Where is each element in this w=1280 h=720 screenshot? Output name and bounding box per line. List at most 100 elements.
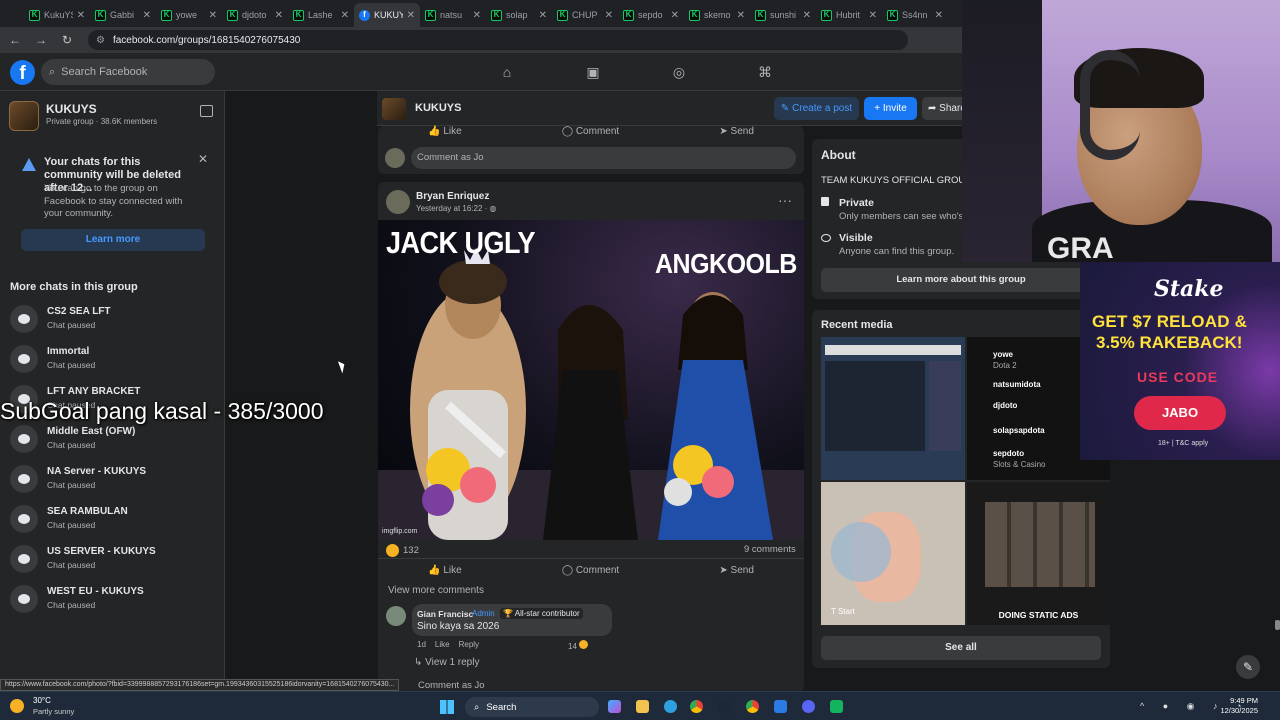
chat-item[interactable]: SEA RAMBULAN Chat paused <box>10 503 210 535</box>
close-tab-icon[interactable]: ✕ <box>869 10 877 21</box>
invite-button[interactable]: + Invite <box>864 97 917 120</box>
collapse-sidebar-icon[interactable] <box>200 105 213 117</box>
browser-tab[interactable]: K CHUP ✕ <box>552 3 618 27</box>
scrollbar-thumb[interactable] <box>1275 620 1280 630</box>
group-title[interactable]: KUKUYS <box>415 102 461 114</box>
close-tab-icon[interactable]: ✕ <box>605 10 613 21</box>
more-options-icon[interactable]: ··· <box>778 192 792 208</box>
see-all-button[interactable]: See all <box>821 636 1101 660</box>
browser-tab[interactable]: Kdjdoto ✕ <box>222 3 288 27</box>
learn-more-group-button[interactable]: Learn more about this group <box>821 268 1101 292</box>
close-tab-icon[interactable]: ✕ <box>341 10 349 21</box>
browser-tab[interactable]: KKukuYS✕ <box>24 3 90 27</box>
chat-item[interactable]: Immortal Chat paused <box>10 343 210 375</box>
learn-more-button[interactable]: Learn more <box>21 229 205 251</box>
send-button[interactable]: ➤ Send <box>719 565 754 576</box>
weather-temperature[interactable]: 30°C <box>33 696 51 705</box>
browser-tab[interactable]: Ksepdo ✕ <box>618 3 684 27</box>
like-button[interactable]: 👍 Like <box>428 565 462 576</box>
comment-button[interactable]: ◯ Comment <box>562 126 619 137</box>
media-thumbnail[interactable]: T Start <box>821 482 965 625</box>
chat-item[interactable]: NA Server - KUKUYS Chat paused <box>10 463 210 495</box>
browser-tab[interactable]: K Ss4nn ✕ <box>882 3 948 27</box>
close-icon[interactable]: ✕ <box>198 152 208 166</box>
close-tab-icon[interactable]: ✕ <box>935 10 943 21</box>
taskbar-clock[interactable]: 9:49 PM 12/30/2025 <box>1214 696 1258 716</box>
close-tab-icon[interactable]: ✕ <box>77 10 85 21</box>
group-name[interactable]: KUKUYS <box>46 102 97 116</box>
close-tab-icon[interactable]: ✕ <box>539 10 547 21</box>
like-button[interactable]: 👍 Like <box>428 126 462 137</box>
view-reply-link[interactable]: ↳ View 1 reply <box>414 657 479 668</box>
edge-icon[interactable] <box>664 700 677 713</box>
gaming-icon[interactable]: ⌘ <box>756 63 774 81</box>
media-thumbnail[interactable] <box>821 337 965 480</box>
close-tab-icon[interactable]: ✕ <box>407 10 415 21</box>
browser-tab[interactable]: Ksolap ✕ <box>486 3 552 27</box>
browser-tab[interactable]: Knatsu ✕ <box>420 3 486 27</box>
new-message-button[interactable]: ✎ <box>1236 655 1260 679</box>
avatar[interactable] <box>386 606 406 626</box>
search-input[interactable]: ⌕ Search Facebook <box>41 59 215 85</box>
browser-tab[interactable]: Kskemo ✕ <box>684 3 750 27</box>
post-image[interactable]: JACK UGLY ANGKOOLB imgflip.com <box>378 220 804 540</box>
comment-age[interactable]: 1d <box>417 640 426 649</box>
comment-reply-button[interactable]: Reply <box>459 640 479 649</box>
chat-item[interactable]: Middle East (OFW) Chat paused <box>10 423 210 455</box>
weather-sun-icon[interactable] <box>10 699 24 713</box>
taskbar-search-box[interactable]: ⌕ Search <box>465 697 599 717</box>
close-tab-icon[interactable]: ✕ <box>473 10 481 21</box>
comment-button[interactable]: ◯ Comment <box>562 565 619 576</box>
streaming-app-icon[interactable] <box>830 700 843 713</box>
close-tab-icon[interactable]: ✕ <box>209 10 217 21</box>
send-button[interactable]: ➤ Send <box>719 126 754 137</box>
notes-app-icon[interactable] <box>774 700 787 713</box>
groups-icon[interactable]: ◎ <box>670 63 688 81</box>
chat-item[interactable]: US SERVER - KUKUYS Chat paused <box>10 543 210 575</box>
weather-condition[interactable]: Partly sunny <box>33 707 74 716</box>
comment-count[interactable]: 9 comments <box>744 544 796 555</box>
media-thumbnail[interactable]: DOING STATIC ADS <box>967 482 1110 625</box>
group-avatar[interactable] <box>9 101 39 131</box>
comment-author[interactable]: Gian Francisc <box>417 609 473 619</box>
close-tab-icon[interactable]: ✕ <box>143 10 151 21</box>
home-icon[interactable]: ⌂ <box>498 63 516 81</box>
browser-tab[interactable]: K Hubrit ✕ <box>816 3 882 27</box>
facebook-logo-icon[interactable]: f <box>10 60 35 85</box>
close-tab-icon[interactable]: ✕ <box>737 10 745 21</box>
file-explorer-icon[interactable] <box>636 700 649 713</box>
group-avatar[interactable] <box>382 98 406 120</box>
forward-icon[interactable]: → <box>34 33 48 47</box>
close-tab-icon[interactable]: ✕ <box>803 10 811 21</box>
site-info-icon[interactable]: ⚙ <box>96 35 105 46</box>
back-icon[interactable]: ← <box>8 33 22 47</box>
url-field[interactable]: ⚙ facebook.com/groups/1681540276075430 <box>88 30 908 50</box>
video-icon[interactable]: ▣ <box>584 63 602 81</box>
reaction-summary[interactable]: 132 <box>386 544 419 557</box>
browser-tab-active[interactable]: fKUKUYS✕ <box>354 3 420 27</box>
post-author[interactable]: Bryan Enriquez <box>416 191 489 202</box>
comment-input[interactable]: Comment as Jo <box>411 147 796 169</box>
view-more-comments-link[interactable]: View more comments <box>388 585 484 596</box>
close-tab-icon[interactable]: ✕ <box>671 10 679 21</box>
browser-tab[interactable]: Kyowe ✕ <box>156 3 222 27</box>
comment-input[interactable]: Comment as Jo <box>418 680 485 691</box>
chrome-icon[interactable] <box>690 700 703 713</box>
steam-icon[interactable] <box>718 700 731 713</box>
close-tab-icon[interactable]: ✕ <box>275 10 283 21</box>
comment-reactions[interactable]: 14 <box>568 640 589 651</box>
comment-like-button[interactable]: Like <box>435 640 450 649</box>
browser-tab[interactable]: K Lashe ✕ <box>288 3 354 27</box>
copilot-icon[interactable] <box>608 700 621 713</box>
reload-icon[interactable]: ↻ <box>60 33 74 47</box>
browser-tab[interactable]: K Gabbi ✕ <box>90 3 156 27</box>
post-timestamp[interactable]: Yesterday at 16:22 · ◍ <box>416 204 497 213</box>
browser-tab[interactable]: Ksunshi ✕ <box>750 3 816 27</box>
chrome-profile-icon[interactable] <box>746 700 759 713</box>
windows-start-icon[interactable] <box>440 700 454 714</box>
avatar[interactable] <box>386 190 410 214</box>
create-post-button[interactable]: ✎ Create a post <box>774 97 859 120</box>
chat-item[interactable]: CS2 SEA LFT Chat paused <box>10 303 210 335</box>
discord-icon[interactable] <box>802 700 815 713</box>
chat-item[interactable]: WEST EU - KUKUYS Chat paused <box>10 583 210 615</box>
